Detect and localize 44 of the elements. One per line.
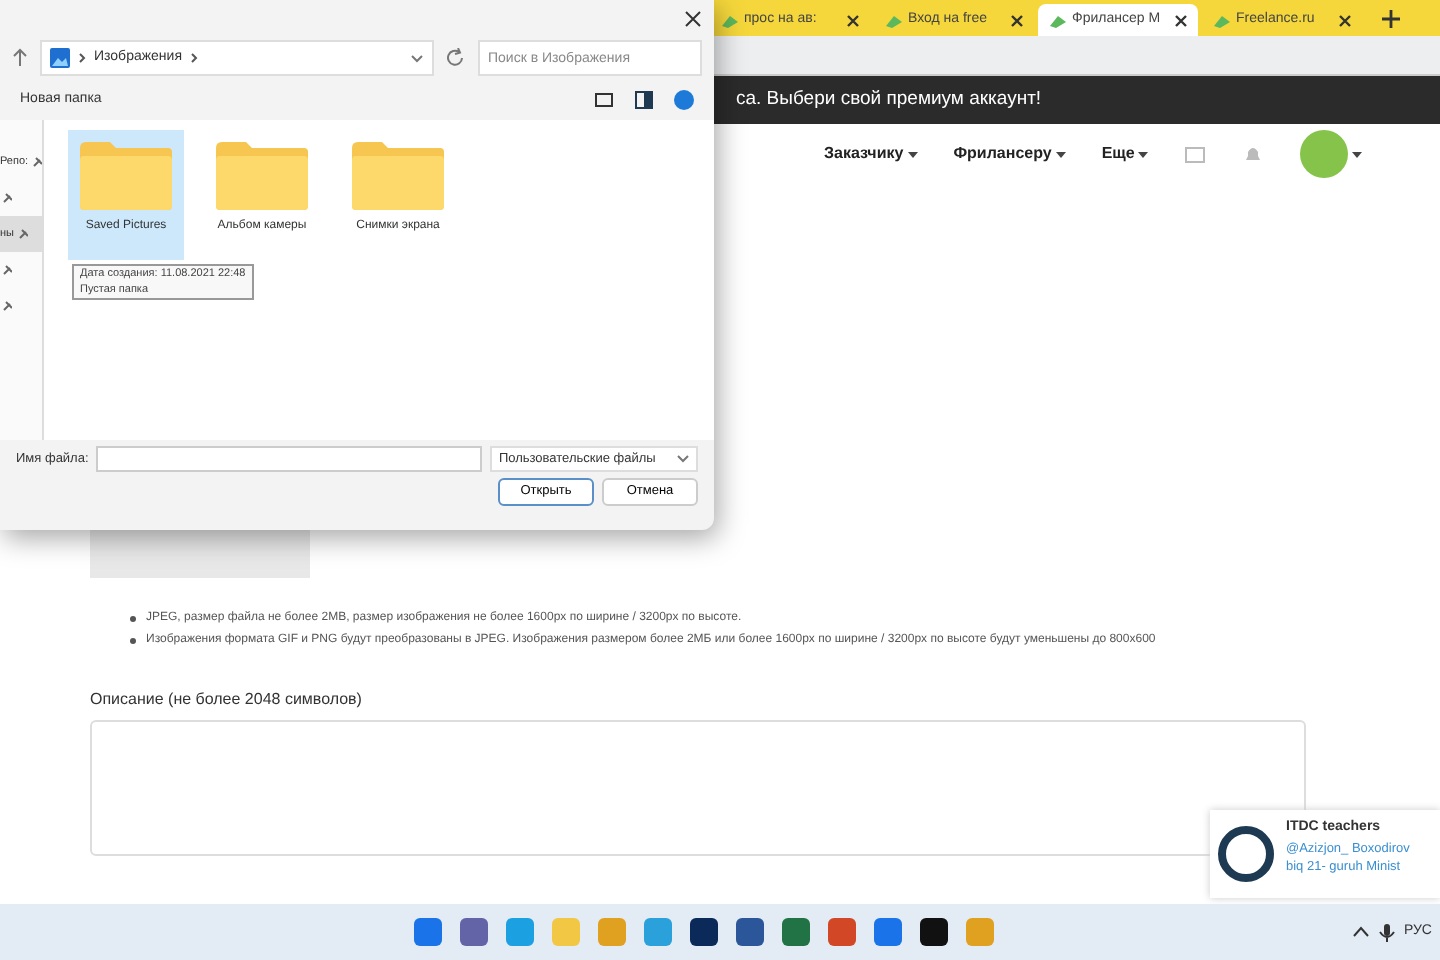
taskbar-app-icon[interactable] [690, 918, 718, 946]
pin-icon [0, 192, 12, 204]
preview-pane-icon[interactable] [634, 90, 654, 110]
description-label: Описание (не более 2048 символов) [90, 688, 364, 712]
folder-icon [352, 142, 444, 210]
nav-menu-link[interactable]: Заказчику [824, 142, 904, 166]
close-icon[interactable] [1010, 13, 1024, 27]
folder-icon [80, 142, 172, 210]
file-name-field[interactable] [96, 446, 483, 472]
nav-menu-link[interactable]: Еще [1101, 142, 1135, 166]
leaf-icon [884, 11, 902, 29]
chevron-right-icon [190, 52, 198, 64]
caret-icon [1055, 151, 1066, 157]
folder-icon [216, 142, 308, 210]
caret-icon [1138, 151, 1149, 157]
logo-icon [1218, 826, 1274, 882]
pin-icon [0, 300, 12, 312]
close-icon[interactable] [1174, 13, 1188, 27]
pictures-icon [50, 48, 70, 68]
pin-icon [30, 156, 43, 168]
pin-icon [0, 264, 12, 276]
up-arrow-icon[interactable] [12, 48, 28, 68]
caret-icon[interactable] [1352, 151, 1363, 157]
new-tab-icon[interactable] [1382, 10, 1400, 28]
close-icon[interactable] [846, 13, 860, 27]
caret-icon [907, 151, 918, 157]
taskbar-app-icon[interactable] [920, 918, 948, 946]
leaf-icon [1212, 11, 1230, 29]
leaf-icon [1048, 11, 1066, 29]
taskbar-app-icon[interactable] [736, 918, 764, 946]
bullet-icon [130, 616, 136, 622]
close-icon[interactable] [1338, 13, 1352, 27]
nav-menu-link[interactable]: Фрилансеру [953, 142, 1052, 166]
chevron-down-icon [676, 454, 690, 464]
chevron-right-icon [78, 52, 86, 64]
chevron-up-icon[interactable] [1351, 926, 1370, 938]
view-icon[interactable] [594, 90, 614, 110]
bullet-icon [130, 638, 136, 644]
microphone-icon[interactable] [1377, 921, 1396, 943]
refresh-icon[interactable] [446, 48, 466, 68]
pin-icon [16, 228, 28, 240]
leaf-icon [720, 11, 738, 29]
chevron-down-icon[interactable] [410, 53, 424, 63]
close-icon[interactable] [684, 9, 702, 27]
